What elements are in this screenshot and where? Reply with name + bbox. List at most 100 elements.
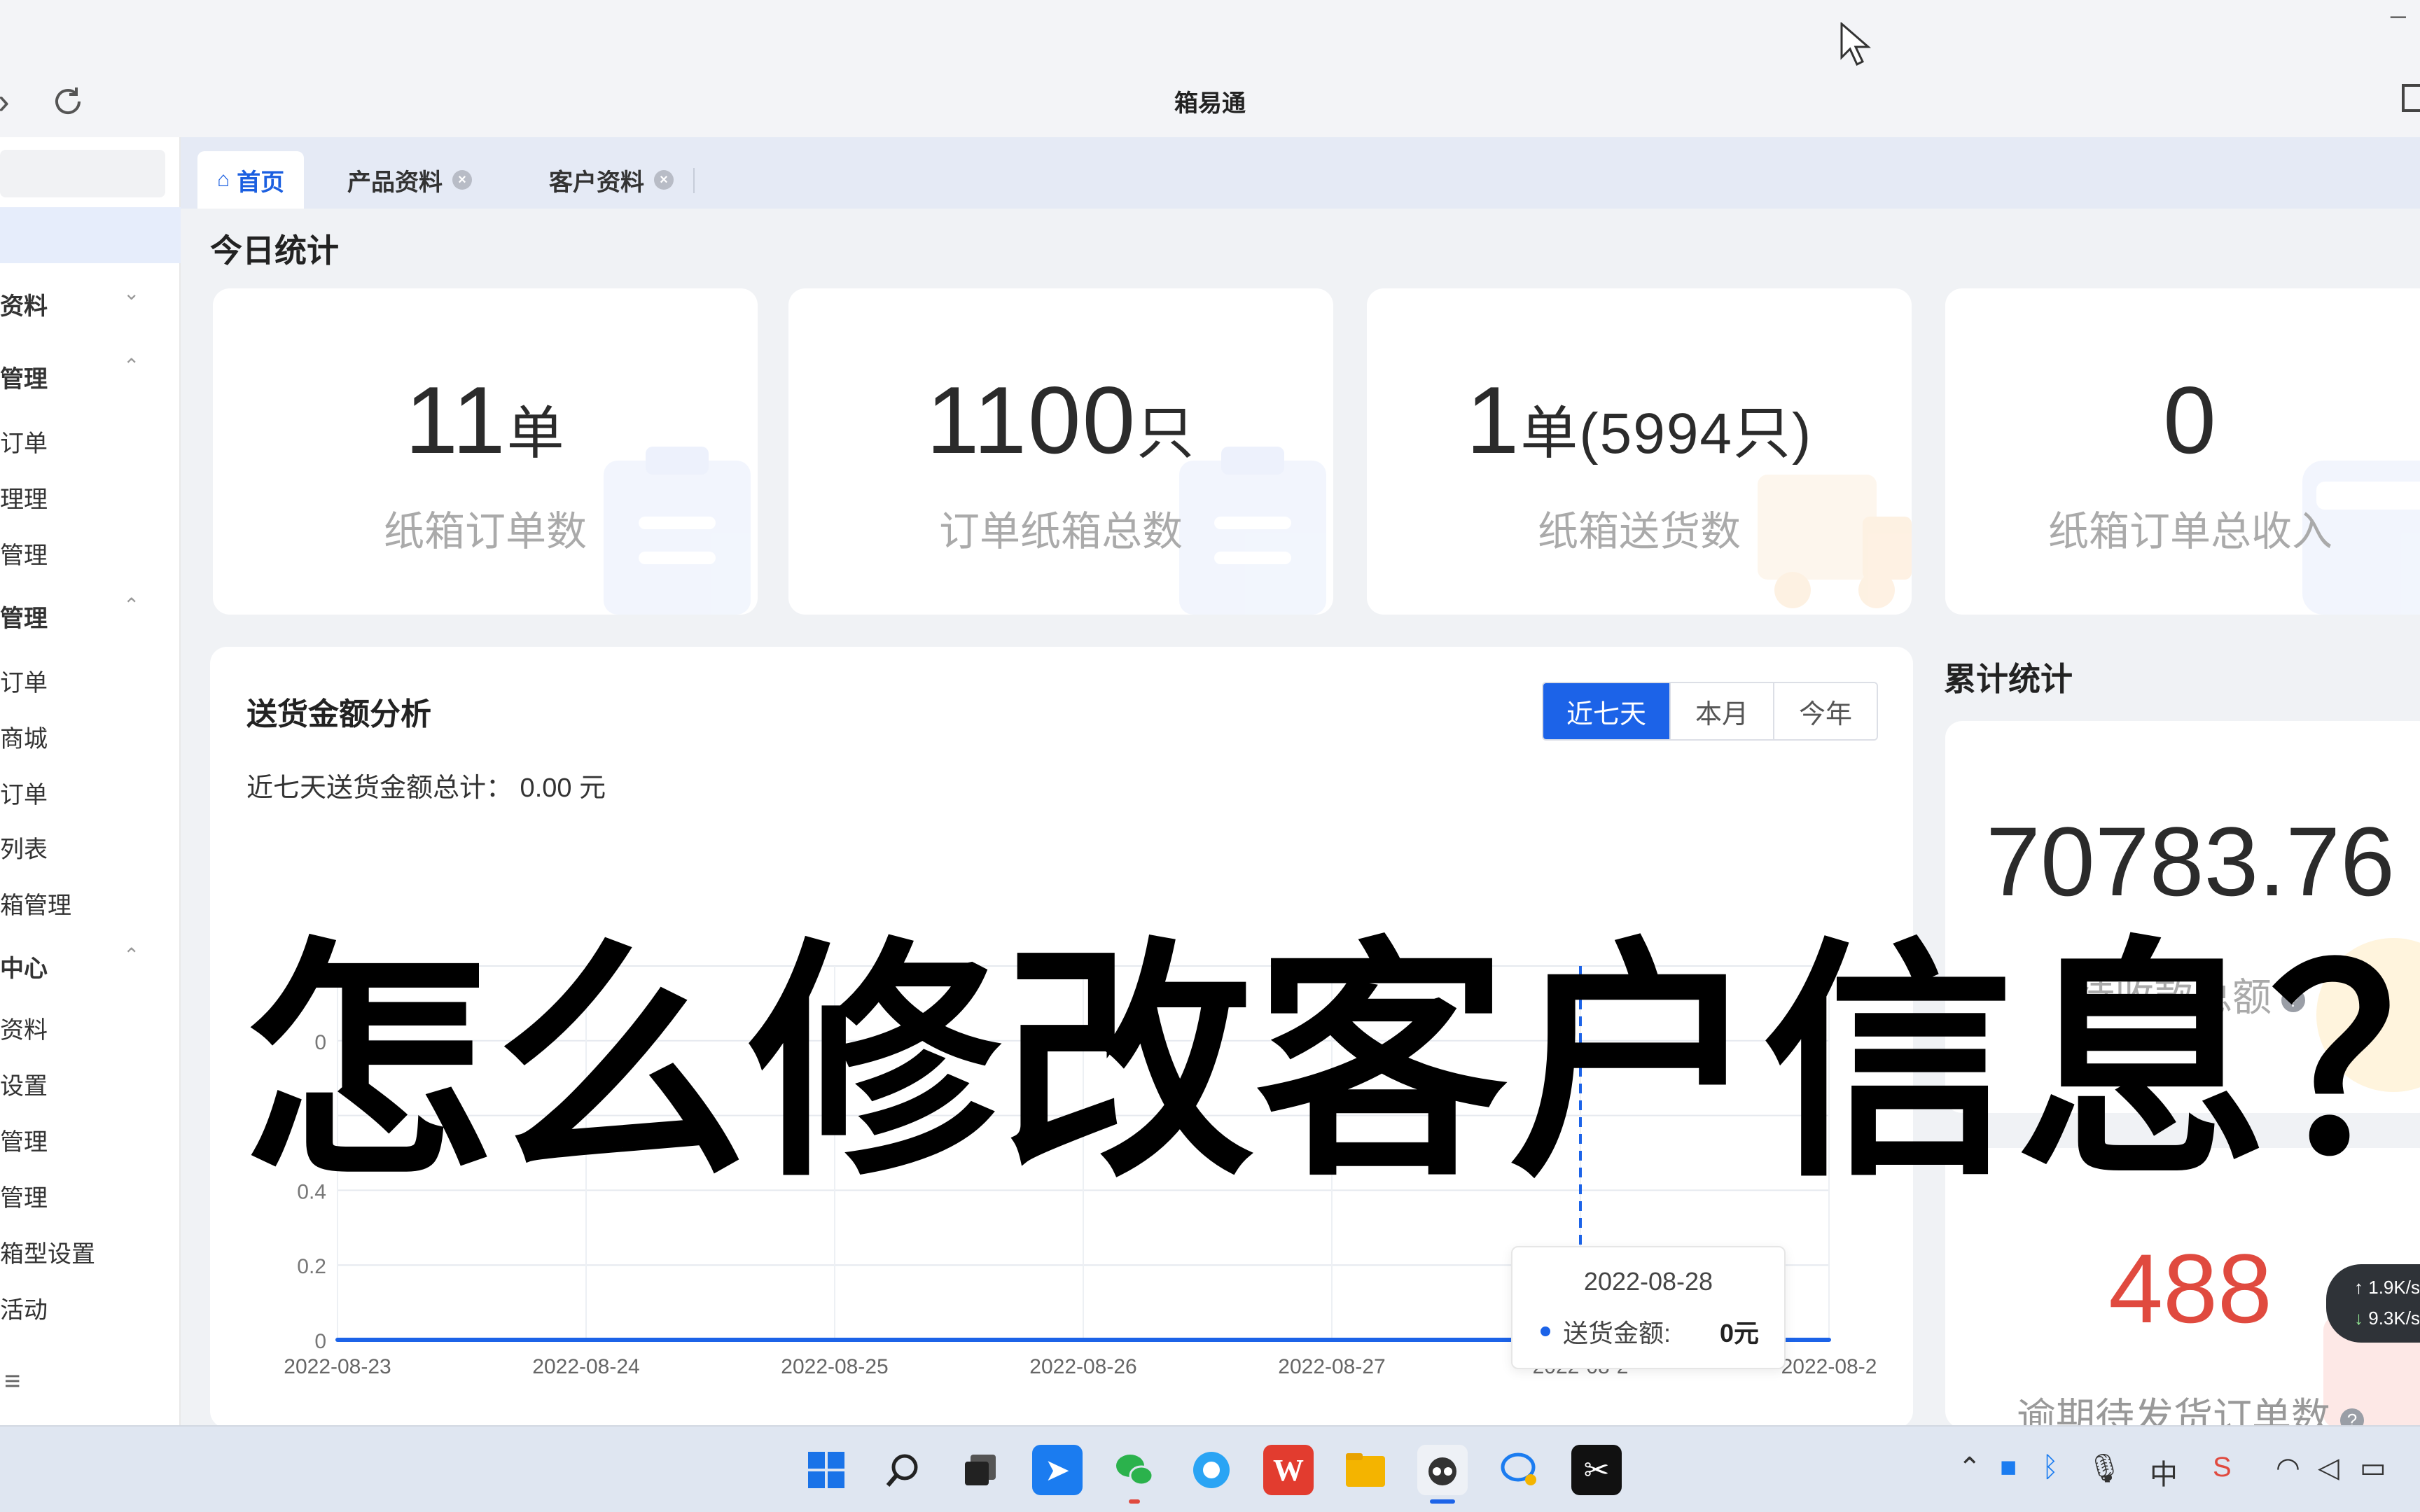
task-view-icon[interactable] xyxy=(955,1445,1006,1495)
stat-label: 纸箱订单总收入 xyxy=(2047,509,2332,554)
data-point xyxy=(1330,1338,1334,1342)
data-point xyxy=(1081,1338,1085,1342)
window-titlebar: › 箱易通 – xyxy=(0,0,2420,137)
show-hidden-icons-icon[interactable]: ⌃ xyxy=(1958,1452,1982,1484)
windows-start-icon[interactable] xyxy=(801,1445,851,1495)
tooltip-date: 2022-08-28 xyxy=(1583,1267,1713,1296)
file-explorer-icon[interactable] xyxy=(1340,1445,1391,1495)
y-tick-label: 0 xyxy=(314,1330,326,1353)
wechat-icon[interactable] xyxy=(1109,1445,1160,1495)
stat-card-order-count: 11单 纸箱订单数 xyxy=(213,288,758,615)
x-tick-label: 2022-08-27 xyxy=(1278,1355,1385,1378)
network-speed-widget: ↑ 1.9K/s ↓ 9.3K/s xyxy=(2326,1264,2420,1343)
close-icon[interactable]: × xyxy=(452,170,472,190)
sidebar-item[interactable]: 订单 xyxy=(0,424,48,458)
app-icon[interactable] xyxy=(1417,1445,1468,1495)
stat-label: 纸箱订单数 xyxy=(383,509,587,554)
sidebar-group-header[interactable]: 管理 xyxy=(0,599,48,634)
x-tick-label: 2022-08-2 xyxy=(1781,1355,1877,1378)
tab-product-info[interactable]: 产品资料 × xyxy=(347,151,472,209)
overdue-label: 逾期待发货订单数? xyxy=(1945,1386,2420,1428)
tab-label: 客户资料 xyxy=(549,169,644,196)
mouse-cursor-icon xyxy=(1840,22,1871,66)
series-dot-icon xyxy=(1541,1326,1550,1336)
chart-summary: 近七天送货金额总计： 0.00 元 xyxy=(246,774,606,803)
range-last-7-days-button[interactable]: 近七天 xyxy=(1543,683,1669,739)
collapse-menu-icon[interactable]: ≡ xyxy=(4,1366,20,1397)
sidebar-search[interactable] xyxy=(0,150,165,197)
chart-title: 送货金额分析 xyxy=(246,697,431,732)
microphone-icon[interactable]: 🎙 xyxy=(2087,1452,2122,1485)
chevron-up-icon[interactable]: ⌃ xyxy=(123,594,139,617)
stat-value: 1100只 xyxy=(926,367,1196,473)
tab-divider xyxy=(693,168,695,193)
chat-icon[interactable] xyxy=(1494,1445,1545,1495)
download-speed: ↓ 9.3K/s xyxy=(2354,1308,2420,1329)
today-stats-title: 今日统计 xyxy=(210,232,339,269)
tooltip-value: 0元 xyxy=(1719,1319,1759,1348)
data-point xyxy=(833,1338,837,1342)
sidebar-item[interactable]: 订单 xyxy=(0,664,48,698)
data-point xyxy=(584,1338,588,1342)
sidebar-item[interactable]: 列表 xyxy=(0,830,48,864)
tab-customer-info[interactable]: 客户资料 × xyxy=(549,151,674,209)
bluetooth-icon[interactable]: ᛒ xyxy=(2042,1452,2059,1483)
sidebar-item[interactable]: 商城 xyxy=(0,720,48,754)
home-icon: ⌂ xyxy=(217,168,230,191)
chevron-up-icon[interactable]: ⌃ xyxy=(123,944,139,967)
minimize-icon[interactable]: – xyxy=(2391,0,2406,31)
wifi-icon[interactable]: ◠ xyxy=(2276,1452,2300,1484)
sidebar-item[interactable]: 活动 xyxy=(0,1291,48,1325)
close-icon[interactable]: × xyxy=(654,170,674,190)
chevron-down-icon[interactable]: ⌄ xyxy=(123,281,139,304)
tray-s-icon[interactable]: S xyxy=(2213,1452,2232,1483)
stat-value: 1单(5994只) xyxy=(1466,367,1813,473)
sidebar-item[interactable]: 管理 xyxy=(0,536,48,570)
sidebar-item[interactable]: 管理 xyxy=(0,1123,48,1157)
sidebar-item[interactable]: 箱型设置 xyxy=(0,1235,95,1269)
sidebar-item[interactable]: 理理 xyxy=(0,480,48,514)
tooltip-series: 送货金额: xyxy=(1541,1313,1671,1350)
stat-label: 纸箱送货数 xyxy=(1537,509,1741,554)
range-this-month-button[interactable]: 本月 xyxy=(1669,683,1773,739)
sidebar-group-header[interactable]: 中心 xyxy=(0,949,48,983)
sidebar-group-header[interactable]: 资料 xyxy=(0,287,48,321)
wps-icon[interactable]: W xyxy=(1263,1445,1314,1495)
chart-tooltip: 2022-08-28 送货金额: 0元 xyxy=(1511,1246,1786,1369)
app-active-indicator xyxy=(1430,1499,1455,1504)
search-icon[interactable] xyxy=(878,1445,929,1495)
sidebar-item[interactable]: 资料 xyxy=(0,1011,48,1045)
stat-value: 11单 xyxy=(405,367,566,473)
sidebar-active-row[interactable] xyxy=(0,207,181,263)
tab-bar: ⌂ 首页 产品资料 × 客户资料 × xyxy=(181,137,2420,209)
chevron-up-icon[interactable]: ⌃ xyxy=(123,354,139,377)
receivable-value: 70783.76 xyxy=(1986,806,2395,916)
stat-value: 0 xyxy=(2163,367,2218,473)
cumulative-stats-title: 累计统计 xyxy=(1944,661,2073,697)
feishu-icon[interactable]: ➤ xyxy=(1032,1445,1083,1495)
sidebar-item[interactable]: 管理 xyxy=(0,1179,48,1213)
x-tick-label: 2022-08-23 xyxy=(284,1355,391,1378)
battery-icon[interactable]: ▭ xyxy=(2360,1452,2386,1484)
ime-indicator[interactable]: 中 xyxy=(2150,1452,2178,1492)
data-point xyxy=(1827,1338,1831,1342)
browser-icon[interactable] xyxy=(1186,1445,1237,1495)
app-running-indicator xyxy=(1129,1499,1140,1504)
range-selector: 近七天 本月 今年 xyxy=(1542,682,1878,741)
tab-label: 首页 xyxy=(237,169,285,196)
sidebar-item[interactable]: 设置 xyxy=(0,1067,48,1101)
sidebar-group-header[interactable]: 管理 xyxy=(0,360,48,394)
tray-app-icon[interactable]: ■ xyxy=(2000,1452,2017,1483)
y-tick-label: 0.2 xyxy=(297,1255,326,1278)
sidebar: 资料 ⌄ 管理 ⌃ 订单 理理 管理 管理 ⌃ 订单 商城 订单 列表 箱管理 中心 ⌃ 资料 设置 管理 管理 箱型设… xyxy=(0,137,181,1425)
maximize-icon[interactable] xyxy=(2402,84,2420,112)
volume-icon[interactable]: ◁ xyxy=(2318,1452,2339,1484)
overlay-caption: 怎么修改客户信息？ xyxy=(242,917,2420,1210)
range-this-year-button[interactable]: 今年 xyxy=(1773,683,1877,739)
capcut-icon[interactable]: ✂ xyxy=(1571,1445,1622,1495)
sidebar-item[interactable]: 箱管理 xyxy=(0,886,71,920)
stat-card-delivery: 1单(5994只) 纸箱送货数 xyxy=(1367,288,1912,615)
tab-home[interactable]: ⌂ 首页 xyxy=(197,151,305,209)
sidebar-item[interactable]: 订单 xyxy=(0,776,48,810)
x-tick-label: 2022-08-26 xyxy=(1029,1355,1136,1378)
